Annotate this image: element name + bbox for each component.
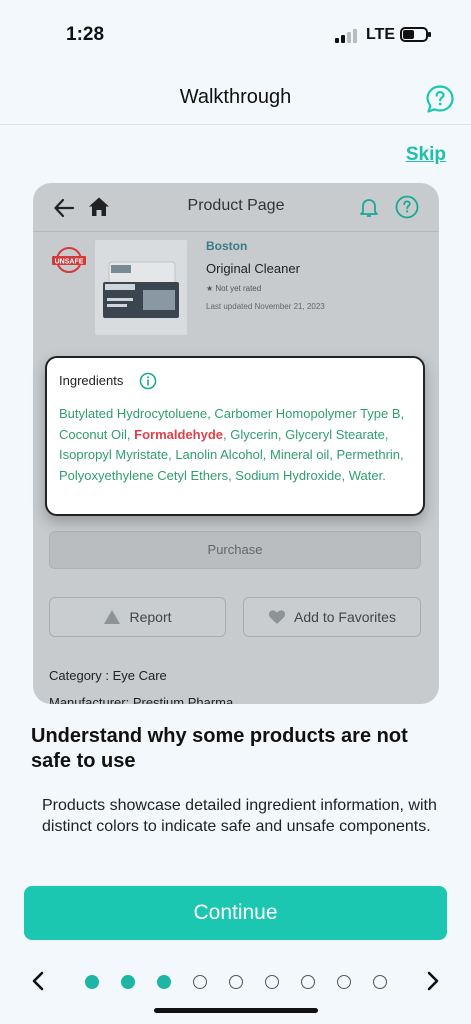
- continue-button[interactable]: Continue: [24, 886, 447, 940]
- help-button[interactable]: [425, 84, 455, 114]
- report-label: Report: [129, 609, 172, 625]
- help-icon: [426, 85, 454, 113]
- product-manufacturer: Manufacturer: Prestium Pharma: [49, 695, 234, 704]
- product-name: Original Cleaner: [206, 261, 300, 276]
- favorites-label: Add to Favorites: [294, 609, 396, 625]
- warning-icon: [104, 610, 121, 624]
- page-dot: [121, 975, 135, 989]
- preview-divider: [33, 231, 439, 232]
- ingredients-title: Ingredients: [59, 373, 124, 388]
- status-bar: 1:28 LTE: [0, 0, 471, 70]
- add-to-favorites-button: Add to Favorites: [243, 597, 421, 637]
- page-dot: [373, 975, 387, 989]
- header-divider: [0, 124, 471, 125]
- ingredients-card: Ingredients Butylated Hydrocytoluene, Ca…: [45, 356, 425, 516]
- walkthrough-description: Products showcase detailed ingredient in…: [42, 797, 437, 835]
- home-indicator: [154, 1008, 318, 1013]
- unsafe-ingredient: Formaldehyde: [134, 426, 224, 442]
- page-dot: [229, 975, 243, 989]
- unsafe-stamp: UNSAFE: [51, 246, 87, 274]
- info-icon: [139, 372, 157, 390]
- star-icon: ★: [206, 284, 216, 293]
- ingredients-list: Butylated Hydrocytoluene, Carbomer Homop…: [59, 404, 409, 486]
- report-button: Report: [49, 597, 226, 637]
- help-icon: [395, 195, 419, 219]
- skip-link[interactable]: Skip: [406, 144, 446, 166]
- page-dot: [157, 975, 171, 989]
- network-label: LTE: [366, 26, 396, 43]
- rating-text: Not yet rated: [215, 284, 262, 293]
- battery-icon: [400, 27, 431, 42]
- product-brand: Boston: [206, 239, 248, 253]
- page-title: Walkthrough: [179, 86, 292, 108]
- bell-icon: [360, 199, 378, 217]
- product-rating: ★ Not yet rated: [206, 284, 261, 293]
- page-dot: [85, 975, 99, 989]
- product-category: Category : Eye Care: [49, 668, 167, 683]
- page-dot: [265, 975, 279, 989]
- page-dot: [337, 975, 351, 989]
- chevron-left-icon[interactable]: [29, 971, 47, 991]
- last-updated: Last updated November 21, 2023: [206, 302, 325, 311]
- product-image: [95, 240, 187, 335]
- signal-icon: [335, 29, 359, 43]
- stamp-label: UNSAFE: [55, 259, 84, 266]
- status-time: 1:28: [66, 24, 105, 45]
- purchase-button: Purchase: [49, 531, 421, 569]
- heart-icon: [268, 610, 286, 624]
- page-dot: [193, 975, 207, 989]
- chevron-right-icon[interactable]: [424, 971, 442, 991]
- walkthrough-heading: Understand why some products are not saf…: [31, 725, 408, 772]
- page-dot: [301, 975, 315, 989]
